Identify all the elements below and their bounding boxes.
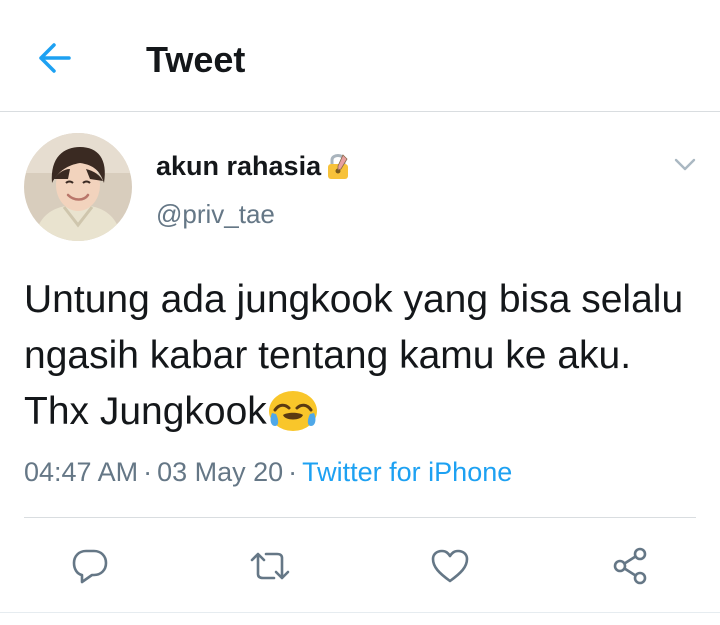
- share-button[interactable]: [606, 542, 654, 590]
- page-title: Tweet: [146, 39, 246, 80]
- divider: [24, 517, 696, 518]
- bottom-divider: [0, 612, 720, 613]
- tweet-meta: 04:47 AM · 03 May 20 · Twitter for iPhone: [24, 452, 512, 492]
- share-icon: [613, 547, 647, 585]
- retweet-button[interactable]: [246, 542, 294, 590]
- reply-button[interactable]: [66, 542, 114, 590]
- like-button[interactable]: [426, 542, 474, 590]
- tweet-text: Untung ada jungkook yang bisa selalu nga…: [24, 278, 684, 433]
- crying-face-emoji: [268, 391, 317, 431]
- chevron-down-icon: [674, 158, 696, 171]
- meta-separator: ·: [143, 457, 153, 487]
- tweet-actions: [0, 538, 720, 594]
- arrow-left-icon: [39, 43, 71, 73]
- meta-separator-2: ·: [288, 457, 298, 487]
- author-name-row[interactable]: akun rahasia: [156, 148, 351, 184]
- reply-icon: [72, 549, 108, 584]
- profile-photo: [24, 133, 132, 241]
- heart-icon: [431, 549, 469, 583]
- display-name: akun rahasia: [156, 150, 322, 181]
- lock-pen-emoji: [328, 154, 349, 179]
- back-button[interactable]: [32, 36, 76, 80]
- retweet-icon: [250, 552, 290, 580]
- tweet-menu-button[interactable]: [668, 148, 702, 182]
- tweet-time: 04:47 AM: [24, 457, 139, 487]
- author-handle[interactable]: @priv_tae: [156, 197, 275, 231]
- tweet-detail-screen: Tweet akun rahasia @priv_tae Untung ada …: [0, 0, 720, 625]
- top-bar: Tweet: [0, 0, 720, 112]
- avatar[interactable]: [24, 133, 132, 241]
- tweet-date: 03 May 20: [157, 457, 284, 487]
- tweet-body: Untung ada jungkook yang bisa selalu nga…: [24, 272, 694, 440]
- tweet-source-link[interactable]: Twitter for iPhone: [302, 457, 512, 487]
